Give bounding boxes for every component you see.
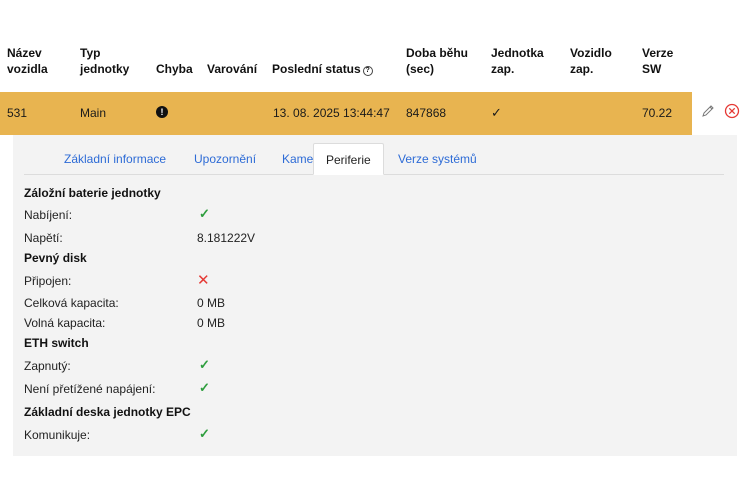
label-power-not-overloaded: Není přetížené napájení: <box>24 382 156 396</box>
check-icon: ✓ <box>491 105 502 120</box>
value-total-capacity: 0 MB <box>197 296 226 310</box>
table-row[interactable]: 531 Main 13. 08. 2025 13:44:47 847868 70… <box>0 92 692 135</box>
section-backup-battery: Záložní baterie jednotky <box>24 186 161 200</box>
tab-peripherals[interactable]: Periferie <box>313 143 384 175</box>
label-voltage: Napětí: <box>24 231 63 245</box>
header-last-status[interactable]: Poslední status? <box>272 61 373 77</box>
header-error[interactable]: Chyba <box>156 61 193 77</box>
cell-sw-version: 70.22 <box>642 106 673 120</box>
header-unit-on[interactable]: Jednotka zap. <box>491 45 544 77</box>
label-communicates: Komunikuje: <box>24 428 91 442</box>
value-free-capacity: 0 MB <box>197 316 226 330</box>
label-connected: Připojen: <box>24 274 72 288</box>
tab-basic-info[interactable]: Základní informace <box>52 143 178 175</box>
header-warning[interactable]: Varování <box>207 61 257 77</box>
check-icon: ✓ <box>199 426 210 441</box>
section-epc-board: Základní deska jednotky EPC <box>24 405 191 419</box>
check-icon: ✓ <box>199 206 210 221</box>
label-total-capacity: Celková kapacita: <box>24 296 119 310</box>
cell-unit-type: Main <box>80 106 107 120</box>
header-vehicle-name[interactable]: Název vozidla <box>7 45 48 77</box>
section-eth-switch: ETH switch <box>24 336 89 350</box>
cross-icon: ✕ <box>197 272 210 289</box>
header-runtime[interactable]: Doba běhu (sec) <box>406 45 468 77</box>
label-free-capacity: Volná kapacita: <box>24 316 106 330</box>
edit-icon[interactable] <box>701 104 715 118</box>
value-voltage: 8.181222V <box>197 231 256 245</box>
help-icon[interactable]: ? <box>362 66 373 76</box>
header-vehicle-on[interactable]: Vozidlo zap. <box>570 45 612 77</box>
tab-bar: Základní informace Upozornění Kamery Per… <box>24 143 724 175</box>
section-hard-disk: Pevný disk <box>24 251 87 265</box>
check-icon: ✓ <box>199 380 210 395</box>
check-icon: ✓ <box>199 357 210 372</box>
cell-last-status: 13. 08. 2025 13:44:47 <box>273 106 390 120</box>
header-unit-type[interactable]: Typ jednotky <box>80 45 129 77</box>
tab-system-versions[interactable]: Verze systémů <box>386 143 489 175</box>
tab-alerts[interactable]: Upozornění <box>182 143 268 175</box>
delete-icon[interactable] <box>724 103 740 119</box>
table-header: Název vozidla Typ jednotky Chyba Varován… <box>0 0 750 92</box>
cell-vehicle-name: 531 <box>7 106 28 120</box>
cell-runtime: 847868 <box>406 106 447 120</box>
error-icon: ! <box>156 106 168 118</box>
label-charging: Nabíjení: <box>24 208 73 222</box>
label-switched-on: Zapnutý: <box>24 359 71 373</box>
header-sw-version[interactable]: Verze SW <box>642 45 673 77</box>
